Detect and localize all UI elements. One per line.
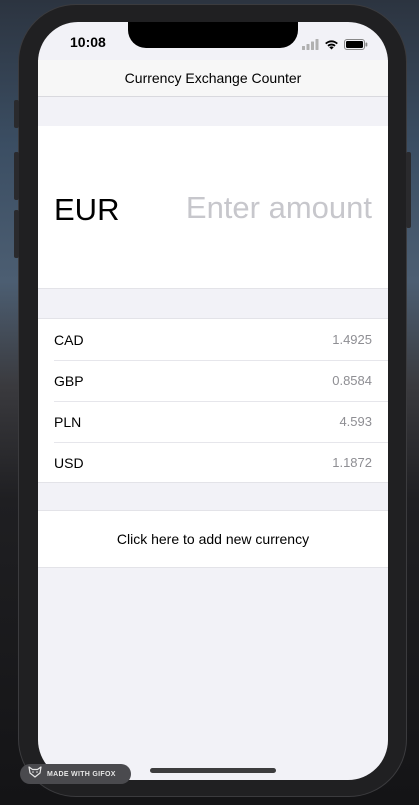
rate-code: USD — [54, 454, 84, 471]
mute-switch — [14, 100, 19, 128]
volume-up-button — [14, 152, 19, 200]
rate-row-gbp[interactable]: GBP 0.8584 — [38, 360, 388, 401]
battery-icon — [344, 37, 368, 55]
watermark-label: MADE WITH GIFOX — [47, 770, 116, 778]
rate-code: GBP — [54, 372, 84, 389]
rate-value: 0.8584 — [332, 373, 372, 388]
add-currency-label: Click here to add new currency — [116, 531, 310, 547]
add-currency-button[interactable]: Click here to add new currency — [38, 510, 388, 568]
status-time: 10:08 — [70, 34, 106, 50]
navigation-bar: Currency Exchange Counter — [38, 60, 388, 97]
base-currency-section: EUR — [38, 126, 388, 289]
gifox-watermark: MADE WITH GIFOX — [20, 764, 131, 784]
rate-value: 1.4925 — [332, 332, 372, 347]
cellular-signal-icon — [302, 37, 319, 55]
rate-code: CAD — [54, 331, 84, 348]
volume-down-button — [14, 210, 19, 258]
power-button — [406, 152, 411, 228]
amount-input[interactable] — [152, 188, 372, 228]
fox-logo-icon — [28, 765, 42, 783]
wifi-icon — [324, 37, 339, 55]
page-title: Currency Exchange Counter — [124, 70, 302, 86]
base-currency-code[interactable]: EUR — [54, 192, 119, 228]
rate-value: 4.593 — [339, 414, 372, 429]
status-icons — [302, 37, 368, 55]
rate-value: 1.1872 — [332, 455, 372, 470]
app-screen: 10:08 Currency Exchange Counter EUR Ente… — [38, 22, 388, 780]
rates-list: CAD 1.4925 GBP 0.8584 PLN 4.593 USD 1.18… — [38, 318, 388, 483]
rate-code: PLN — [54, 413, 82, 430]
rate-row-cad[interactable]: CAD 1.4925 — [38, 319, 388, 360]
rate-row-usd[interactable]: USD 1.1872 — [38, 442, 388, 483]
rate-row-pln[interactable]: PLN 4.593 — [38, 401, 388, 442]
notch — [128, 22, 298, 48]
home-indicator[interactable] — [150, 768, 276, 773]
